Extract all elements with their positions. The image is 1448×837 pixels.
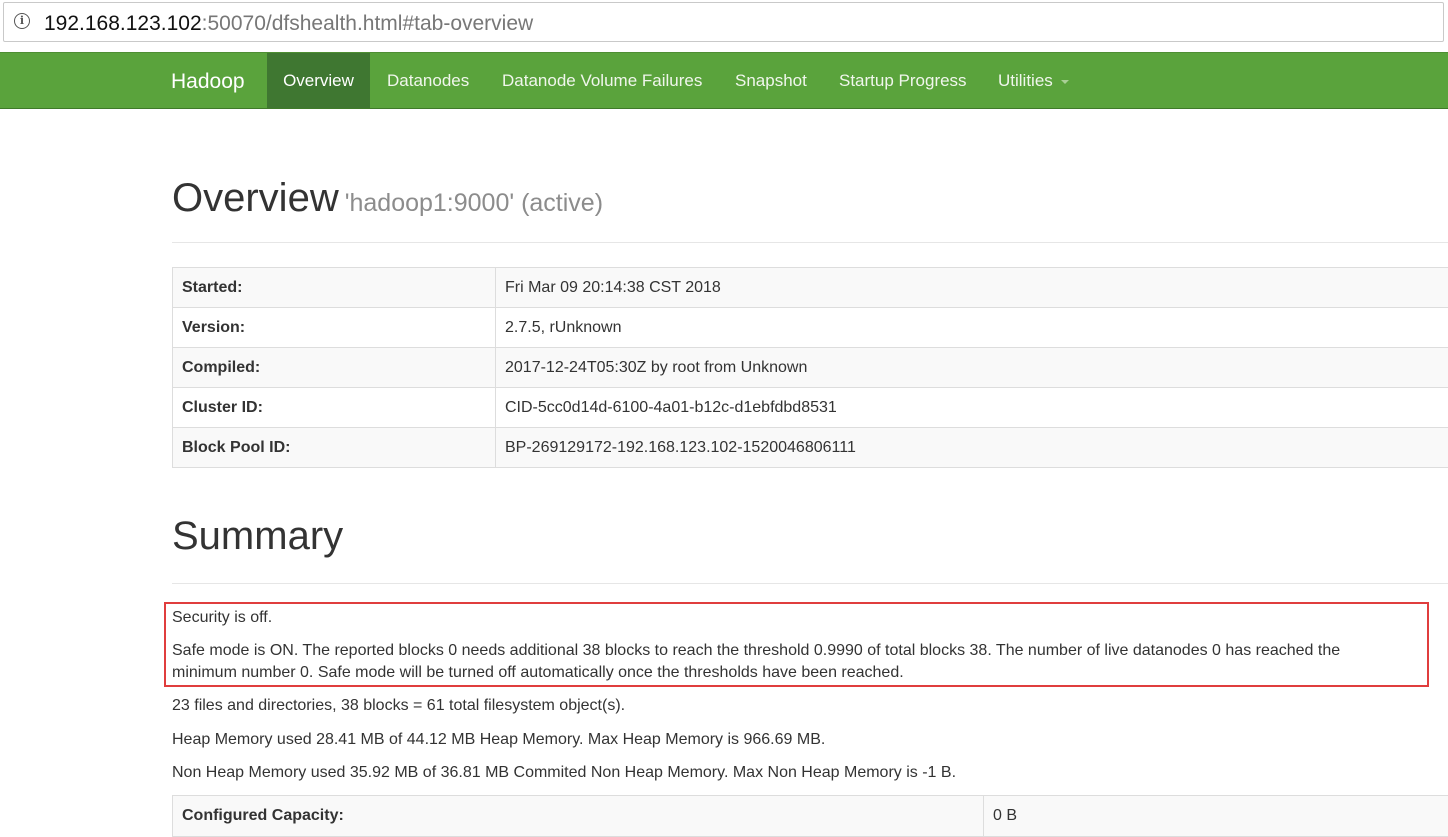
non-heap-memory: Non Heap Memory used 35.92 MB of 36.81 M… [172,762,956,784]
safe-mode-status-line2: minimum number 0. Safe mode will be turn… [172,662,904,684]
url-path: :50070/dfshealth.html#tab-overview [202,12,534,35]
table-row: Block Pool ID:BP-269129172-192.168.123.1… [173,428,1448,468]
row-value: BP-269129172-192.168.123.102-15200468061… [496,428,1448,468]
security-status: Security is off. [172,607,272,629]
filesystem-objects: 23 files and directories, 38 blocks = 61… [172,695,625,717]
nav-utilities[interactable]: Utilities [998,53,1069,108]
nav-label: Snapshot [735,71,807,90]
overview-title: Overview [172,176,339,220]
nav-overview[interactable]: Overview [267,53,370,108]
summary-title: Summary [172,514,343,559]
nav-label: Startup Progress [839,71,967,90]
overview-table: Started:Fri Mar 09 20:14:38 CST 2018 Ver… [172,267,1448,468]
divider [172,242,1448,243]
safe-mode-status-line1: Safe mode is ON. The reported blocks 0 n… [172,640,1340,662]
table-row: Cluster ID:CID-5cc0d14d-6100-4a01-b12c-d… [173,388,1448,428]
row-key: Started: [173,268,496,308]
browser-toolbar: i 192.168.123.102:50070/dfshealth.html#t… [0,0,1448,50]
table-row: Configured Capacity:0 B [173,796,1448,837]
nav-label: Utilities [998,71,1053,90]
row-key: Cluster ID: [173,388,496,428]
nav-startup-progress[interactable]: Startup Progress [839,53,967,108]
row-value: 0 B [984,796,1448,837]
nav-snapshot[interactable]: Snapshot [735,53,807,108]
overview-subtitle: 'hadoop1:9000' (active) [345,189,603,217]
table-row: Compiled:2017-12-24T05:30Z by root from … [173,348,1448,388]
row-key: Configured Capacity: [173,796,984,837]
address-bar[interactable]: i 192.168.123.102:50070/dfshealth.html#t… [3,2,1444,42]
heap-memory: Heap Memory used 28.41 MB of 44.12 MB He… [172,729,825,751]
url-text[interactable]: 192.168.123.102:50070/dfshealth.html#tab… [44,11,533,37]
nav-label: Datanode Volume Failures [502,71,702,90]
row-key: Block Pool ID: [173,428,496,468]
page-title: Overview'hadoop1:9000' (active) [172,176,603,221]
nav-label: Datanodes [387,71,469,90]
row-value: 2017-12-24T05:30Z by root from Unknown [496,348,1448,388]
info-icon[interactable]: i [14,13,30,29]
row-value: Fri Mar 09 20:14:38 CST 2018 [496,268,1448,308]
row-value: 2.7.5, rUnknown [496,308,1448,348]
row-value: CID-5cc0d14d-6100-4a01-b12c-d1ebfdbd8531 [496,388,1448,428]
brand-logo[interactable]: Hadoop [171,70,245,94]
summary-table: Configured Capacity:0 B [172,795,1448,837]
row-key: Version: [173,308,496,348]
chevron-down-icon [1061,80,1069,84]
nav-datanode-volume-failures[interactable]: Datanode Volume Failures [502,53,702,108]
nav-label: Overview [283,71,354,90]
url-host: 192.168.123.102 [44,12,202,35]
table-row: Version:2.7.5, rUnknown [173,308,1448,348]
table-row: Started:Fri Mar 09 20:14:38 CST 2018 [173,268,1448,308]
divider [172,583,1448,584]
navbar: Hadoop Overview Datanodes Datanode Volum… [0,52,1448,109]
row-key: Compiled: [173,348,496,388]
nav-datanodes[interactable]: Datanodes [387,53,469,108]
